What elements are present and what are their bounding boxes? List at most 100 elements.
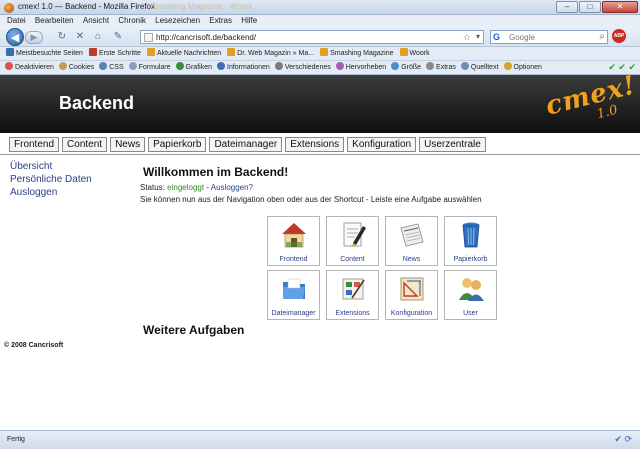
shortcut-dateimanager[interactable]: Dateimanager [267, 270, 320, 320]
stop-icon[interactable]: ✕ [74, 31, 86, 43]
house-icon [282, 223, 306, 248]
shortcut-label: Frontend [279, 256, 308, 263]
devtool-label: Hervorheben [345, 64, 387, 71]
status-value: eingeloggt [167, 183, 205, 192]
address-bar[interactable]: http://cancrisoft.de/backend/ ☆ ▾ [140, 30, 484, 44]
reload-icon[interactable]: ↻ [56, 31, 68, 43]
devtool-menu-item[interactable]: Größe [391, 61, 421, 74]
shortcut-papierkorb[interactable]: Papierkorb [444, 216, 497, 266]
home-icon[interactable]: ⌂ [92, 31, 104, 43]
shortcut-label: Extensions [335, 310, 370, 317]
bookmark-item[interactable]: Aktuelle Nachrichten [146, 47, 222, 60]
validation-checkmarks-icon[interactable]: ✔ ✔ ✔ [608, 62, 636, 73]
sidenav-ausloggen[interactable]: Ausloggen [10, 186, 92, 199]
close-window-button[interactable]: ✕ [602, 1, 638, 13]
adblock-plus-icon[interactable]: ABP [612, 29, 626, 43]
devtool-menu-item[interactable]: Optionen [503, 61, 542, 74]
side-navigation: Übersicht Persönliche Daten Ausloggen [10, 160, 92, 199]
devtool-label: CSS [109, 64, 124, 71]
further-tasks-heading: Weitere Aufgaben [143, 323, 245, 337]
menu-lesezeichen[interactable]: Lesezeichen [155, 15, 200, 26]
devtool-menu-item[interactable]: Extras [426, 61, 456, 74]
tab-konfiguration[interactable]: Konfiguration [347, 137, 417, 152]
bookmark-item[interactable]: Erste Schritte [88, 47, 141, 60]
shortcut-label: User [463, 310, 478, 317]
devtool-menu-item[interactable]: Quelltext [460, 61, 499, 74]
search-box[interactable]: G ⌕ [490, 30, 608, 44]
navigation-toolbar: ◀ ▶ ↻ ✕ ⌂ ✎ http://cancrisoft.de/backend… [0, 26, 640, 47]
logout-link[interactable]: Ausloggen? [211, 183, 253, 192]
bookmark-item[interactable]: Smashing Magazine [320, 47, 394, 60]
bookmark-item[interactable]: Meistbesuchte Seiten [6, 47, 83, 60]
bookmark-folder-icon [146, 48, 155, 56]
shortcut-user[interactable]: User [444, 270, 497, 320]
shortcut-content[interactable]: Content [326, 216, 379, 266]
devtool-menu-item[interactable]: Cookies [58, 61, 94, 74]
tab-news[interactable]: News [110, 137, 146, 152]
menu-extras[interactable]: Extras [209, 15, 232, 26]
shortcut-grid: Frontend Content News Papierkorb Dateima… [267, 216, 497, 320]
devtool-icon [391, 62, 400, 70]
devtool-menu-item[interactable]: Formulare [128, 61, 171, 74]
users-icon [459, 278, 484, 301]
sidenav-uebersicht[interactable]: Übersicht [10, 160, 92, 173]
tab-content[interactable]: Content [62, 137, 108, 152]
shortcut-label: News [402, 256, 421, 263]
window-title: cmex! 1.0 — Backend - Mozilla Firefox [18, 2, 155, 11]
devtool-icon [128, 62, 137, 70]
status-separator: - [206, 183, 209, 192]
firefox-logo-icon [4, 3, 14, 13]
url-dropdown-icon[interactable]: ▾ [476, 32, 480, 41]
shortcut-frontend[interactable]: Frontend [267, 216, 320, 266]
trash-bin-icon [462, 222, 480, 248]
tab-userzentrale[interactable]: Userzentrale [419, 137, 486, 152]
devtool-menu-item[interactable]: Informationen [217, 61, 270, 74]
menu-ansicht[interactable]: Ansicht [83, 15, 109, 26]
sidenav-persoenliche-daten[interactable]: Persönliche Daten [10, 173, 92, 186]
google-engine-icon[interactable]: G [493, 32, 503, 42]
bookmark-star-icon[interactable]: ☆ [463, 32, 471, 43]
devtool-menu-item[interactable]: CSS [99, 61, 124, 74]
forward-arrow-icon[interactable]: ▶ [25, 31, 43, 44]
page-favicon-icon [144, 33, 153, 42]
devtool-menu-item[interactable]: Deaktivieren [5, 61, 54, 74]
drafting-tools-icon [400, 277, 424, 301]
bookmark-item[interactable]: Woork [399, 47, 430, 60]
devtool-menu-item[interactable]: Grafiken [175, 61, 212, 74]
tab-papierkorb[interactable]: Papierkorb [148, 137, 207, 152]
shortcut-news[interactable]: News [385, 216, 438, 266]
minimize-button[interactable]: – [556, 1, 578, 13]
cmex-logo: cmex! [542, 75, 640, 122]
login-status: Status: eingeloggt - Ausloggen? [140, 183, 253, 192]
menu-bearbeiten[interactable]: Bearbeiten [35, 15, 74, 26]
tab-frontend[interactable]: Frontend [9, 137, 60, 152]
back-arrow-icon[interactable]: ◀ [6, 28, 24, 46]
banner-title: Backend [59, 93, 135, 113]
devtool-menu-item[interactable]: Hervorheben [335, 61, 387, 74]
menu-datei[interactable]: Datei [7, 15, 26, 26]
bookmark-label: Woork [409, 50, 430, 57]
search-icon[interactable]: ⌕ [599, 31, 605, 42]
bookmark-item[interactable]: Dr. Web Magazin » Ma... [227, 47, 314, 60]
search-input[interactable] [509, 32, 589, 43]
url-text[interactable]: http://cancrisoft.de/backend/ [156, 33, 256, 42]
devtool-label: Grafiken [185, 64, 212, 71]
devtool-menu-item[interactable]: Verschiedenes [274, 61, 331, 74]
tab-extensions[interactable]: Extensions [285, 137, 345, 152]
status-icons[interactable]: ✔ ⟳ [614, 434, 632, 445]
devtool-icon [217, 62, 225, 70]
maximize-button[interactable]: □ [579, 1, 601, 13]
bookmark-tool-icon[interactable]: ✎ [112, 31, 124, 43]
bookmark-label: Aktuelle Nachrichten [156, 50, 222, 57]
tab-dateimanager[interactable]: Dateimanager [209, 137, 283, 152]
ghost-tab-title: Smashing Magazine · Woork [150, 2, 253, 11]
shortcut-extensions[interactable]: Extensions [326, 270, 379, 320]
web-developer-toolbar: Deaktivieren Cookies CSS Formulare Grafiken I… [0, 61, 640, 75]
devtool-label: Quelltext [470, 64, 499, 71]
menu-chronik[interactable]: Chronik [118, 15, 146, 26]
folder-icon [283, 278, 305, 299]
devtool-icon [5, 62, 13, 70]
menu-hilfe[interactable]: Hilfe [241, 15, 257, 26]
shortcut-label: Papierkorb [453, 256, 488, 263]
shortcut-konfiguration[interactable]: Konfiguration [385, 270, 438, 320]
